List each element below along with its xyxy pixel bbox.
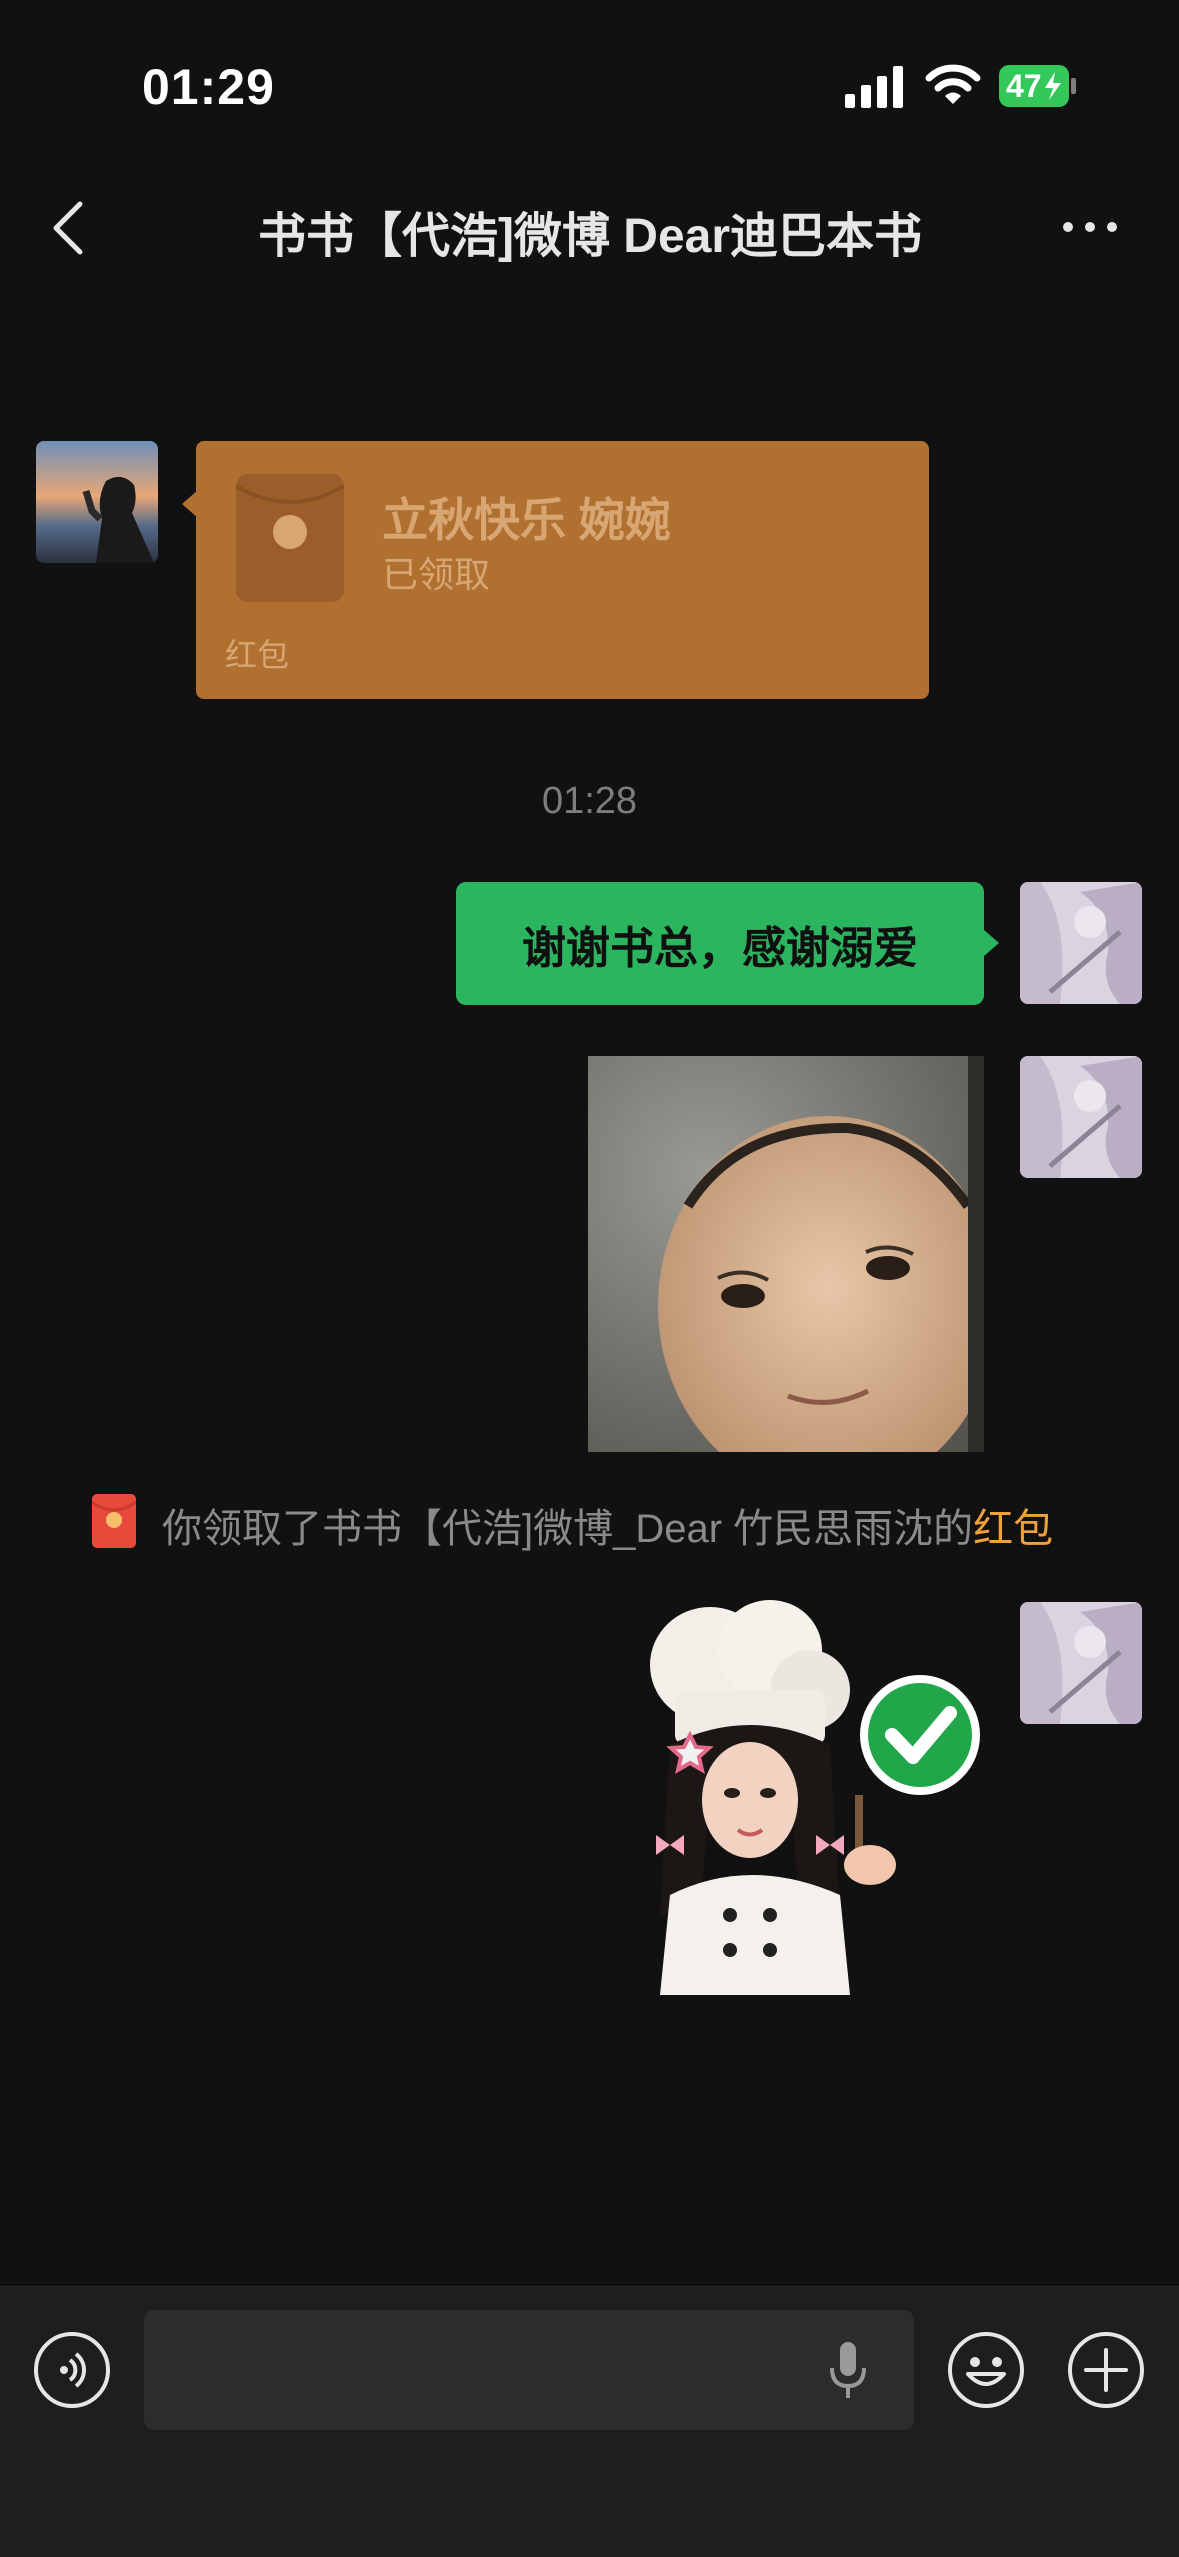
my-avatar[interactable]: [1020, 1602, 1142, 1724]
sender-avatar[interactable]: [36, 441, 158, 563]
microphone-icon[interactable]: [828, 2340, 868, 2400]
plus-icon: [1084, 2348, 1128, 2392]
system-notice: 你领取了书书【代浩]微博_Dear 竹民思雨沈的红包: [162, 1496, 1053, 1554]
more-horizontal-icon[interactable]: [1060, 212, 1120, 242]
red-packet-link[interactable]: 红包: [973, 1507, 1053, 1551]
chevron-left-icon[interactable]: [48, 198, 88, 258]
red-packet-label: 红包: [225, 637, 290, 673]
cellular-signal-icon: [845, 66, 903, 108]
chef-girl-sticker-image: [650, 1600, 980, 1995]
voice-mode-button[interactable]: [34, 2332, 110, 2408]
emoji-icon: [966, 2357, 1006, 2386]
sent-message-tail: [984, 930, 999, 956]
emoji-button[interactable]: [948, 2332, 1024, 2408]
chef-sticker[interactable]: [600, 1595, 1000, 1995]
my-avatar[interactable]: [1020, 882, 1142, 1004]
add-button[interactable]: [1068, 2332, 1144, 2408]
battery-indicator: 47: [998, 64, 1078, 108]
chat-title: 书书【代浩]微博 Dear迪巴本书: [257, 210, 923, 263]
sent-photo[interactable]: [588, 1056, 984, 1452]
my-avatar-image: [1020, 882, 1142, 1004]
red-packet-status: 已领取: [382, 554, 491, 595]
wifi-icon: [925, 64, 981, 104]
child-face-image: [588, 1056, 984, 1452]
battery-level: 47: [1006, 68, 1042, 104]
red-packet-title: 立秋快乐 婉婉: [382, 494, 671, 546]
red-packet-icon: [236, 474, 344, 602]
sent-message-text: 谢谢书总，感谢溺爱: [522, 924, 918, 973]
system-notice-text: 你领取了书书【代浩]微博_Dear 竹民思雨沈的: [162, 1507, 974, 1551]
message-timestamp: 01:28: [541, 780, 638, 822]
red-packet-icon: [92, 1494, 136, 1548]
sender-avatar-image: [36, 441, 158, 563]
my-avatar[interactable]: [1020, 1056, 1142, 1178]
status-time: 01:29: [142, 59, 275, 115]
my-avatar-image: [1020, 1056, 1142, 1178]
my-avatar-image: [1020, 1602, 1142, 1724]
message-input[interactable]: [144, 2310, 914, 2430]
voice-mode-icon: [60, 2352, 86, 2388]
